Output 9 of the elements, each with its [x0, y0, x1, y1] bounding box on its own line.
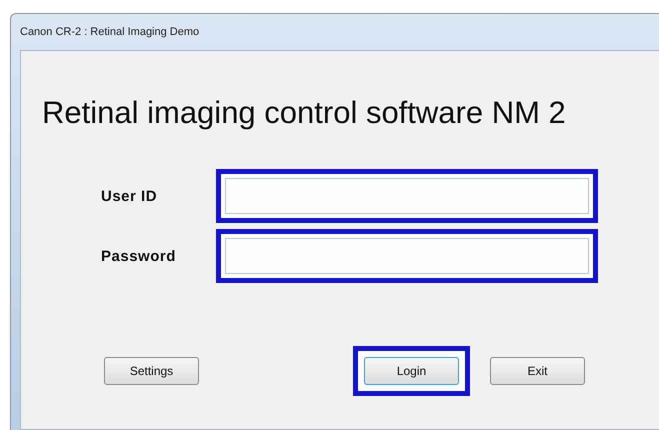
settings-button[interactable]: Settings [104, 357, 199, 385]
field-label: User ID [101, 188, 158, 204]
field-label: Password [101, 248, 177, 264]
exit-button[interactable]: Exit [490, 357, 585, 385]
input-field[interactable] [225, 178, 589, 214]
app-heading: Retinal imaging control software NM 2 [42, 95, 567, 131]
input-field[interactable] [225, 238, 589, 274]
window-title: Canon CR-2 : Retinal Imaging Demo [20, 25, 200, 40]
login-button[interactable]: Login [364, 357, 459, 385]
